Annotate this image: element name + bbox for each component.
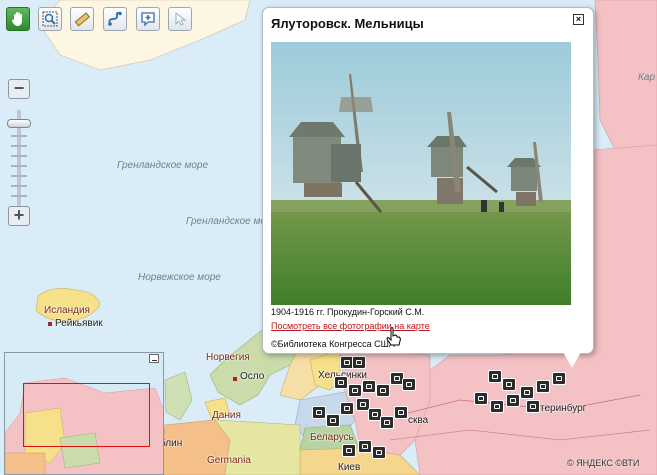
zoom-tick xyxy=(11,135,27,137)
zoom-tick xyxy=(11,175,27,177)
photo-placemark[interactable] xyxy=(342,444,356,457)
photo-placemark[interactable] xyxy=(348,384,362,397)
city-label-moscow: сква xyxy=(408,415,429,426)
city-dot-reykjavik xyxy=(48,322,52,326)
all-photos-link[interactable]: Посмотреть все фотографии на карте xyxy=(271,321,430,331)
placemark-add-icon xyxy=(141,12,155,27)
country-label-germany: Germania xyxy=(207,455,251,466)
balloon-close-button[interactable]: × xyxy=(573,14,584,25)
overview-minimize-button[interactable] xyxy=(149,354,159,363)
overview-viewport-frame[interactable] xyxy=(23,383,150,447)
balloon-tail xyxy=(563,352,581,368)
pan-tool-button[interactable] xyxy=(6,7,30,31)
zoom-out-button[interactable]: − xyxy=(8,79,30,99)
photo-placemark[interactable] xyxy=(506,394,520,407)
measure-tool-button[interactable] xyxy=(70,7,94,31)
zoom-slider-handle[interactable] xyxy=(7,119,31,128)
photo-placemark[interactable] xyxy=(340,402,354,415)
photo-placemark[interactable] xyxy=(552,372,566,385)
map-copyright: © ЯНДЕКС ©ВТИ xyxy=(567,458,640,468)
magnifier-icon xyxy=(42,11,58,27)
zoom-in-button[interactable]: + xyxy=(8,206,30,226)
country-label-iceland: Исландия xyxy=(44,305,90,316)
select-tool-button[interactable] xyxy=(168,7,192,31)
windmills-photo-image xyxy=(271,42,571,305)
photo-placemark[interactable] xyxy=(312,406,326,419)
photo-placemark[interactable] xyxy=(376,384,390,397)
balloon-caption: 1904-1916 гг. Прокудин-Горский С.М. xyxy=(271,307,425,317)
route-tool-button[interactable] xyxy=(103,7,127,31)
photo-placemark[interactable] xyxy=(502,378,516,391)
photo-placemark[interactable] xyxy=(352,356,366,369)
overview-map[interactable] xyxy=(4,352,164,475)
photo-balloon: Ялуторовск. Мельницы × 1904-1916 гг. Про… xyxy=(262,7,594,354)
sea-label-norwegian: Норвежское море xyxy=(138,272,221,283)
photo-placemark[interactable] xyxy=(526,400,540,413)
sea-label-kara: Кар xyxy=(638,72,656,83)
route-icon xyxy=(108,11,122,26)
photo-placemark[interactable] xyxy=(520,386,534,399)
photo-placemark[interactable] xyxy=(358,440,372,453)
zoom-tick xyxy=(11,155,27,157)
photo-placemark[interactable] xyxy=(334,376,348,389)
photo-placemark[interactable] xyxy=(394,406,408,419)
zoom-box-tool-button[interactable] xyxy=(38,7,62,31)
photo-placemark[interactable] xyxy=(326,414,340,427)
city-label-reykjavik: Рейкьявик xyxy=(55,318,103,329)
photo-placemark[interactable] xyxy=(362,380,376,393)
photo-placemark[interactable] xyxy=(474,392,488,405)
city-label-kiev: Киев xyxy=(338,462,361,473)
country-label-belarus: Беларусь xyxy=(310,432,354,443)
add-placemark-tool-button[interactable] xyxy=(136,7,160,31)
balloon-title: Ялуторовск. Мельницы xyxy=(271,16,424,31)
photo-placemark[interactable] xyxy=(536,380,550,393)
city-label-oslo: Осло xyxy=(240,371,265,382)
city-dot-oslo xyxy=(233,377,237,381)
arrow-cursor-icon xyxy=(175,11,187,26)
zoom-tick xyxy=(11,185,27,187)
photo-placemark[interactable] xyxy=(380,416,394,429)
balloon-credit: ©Библиотека Конгресса США xyxy=(271,339,395,349)
photo-placemark[interactable] xyxy=(372,446,386,459)
hand-icon xyxy=(12,12,22,26)
country-label-denmark: Дания xyxy=(212,410,241,421)
zoom-tick xyxy=(11,165,27,167)
photo-placemark[interactable] xyxy=(488,370,502,383)
ruler-icon xyxy=(74,12,90,27)
photo-placemark[interactable] xyxy=(402,378,416,391)
photo-placemark[interactable] xyxy=(490,400,504,413)
sea-label-greenland-1: Гренландское море xyxy=(117,160,209,171)
balloon-photo xyxy=(271,42,571,305)
zoom-tick xyxy=(11,195,27,197)
zoom-tick xyxy=(11,145,27,147)
city-label-yekaterinburg: теринбург xyxy=(540,403,587,414)
hand-pointer-cursor-icon xyxy=(386,327,401,346)
country-label-norway: Норвегия xyxy=(206,352,250,363)
